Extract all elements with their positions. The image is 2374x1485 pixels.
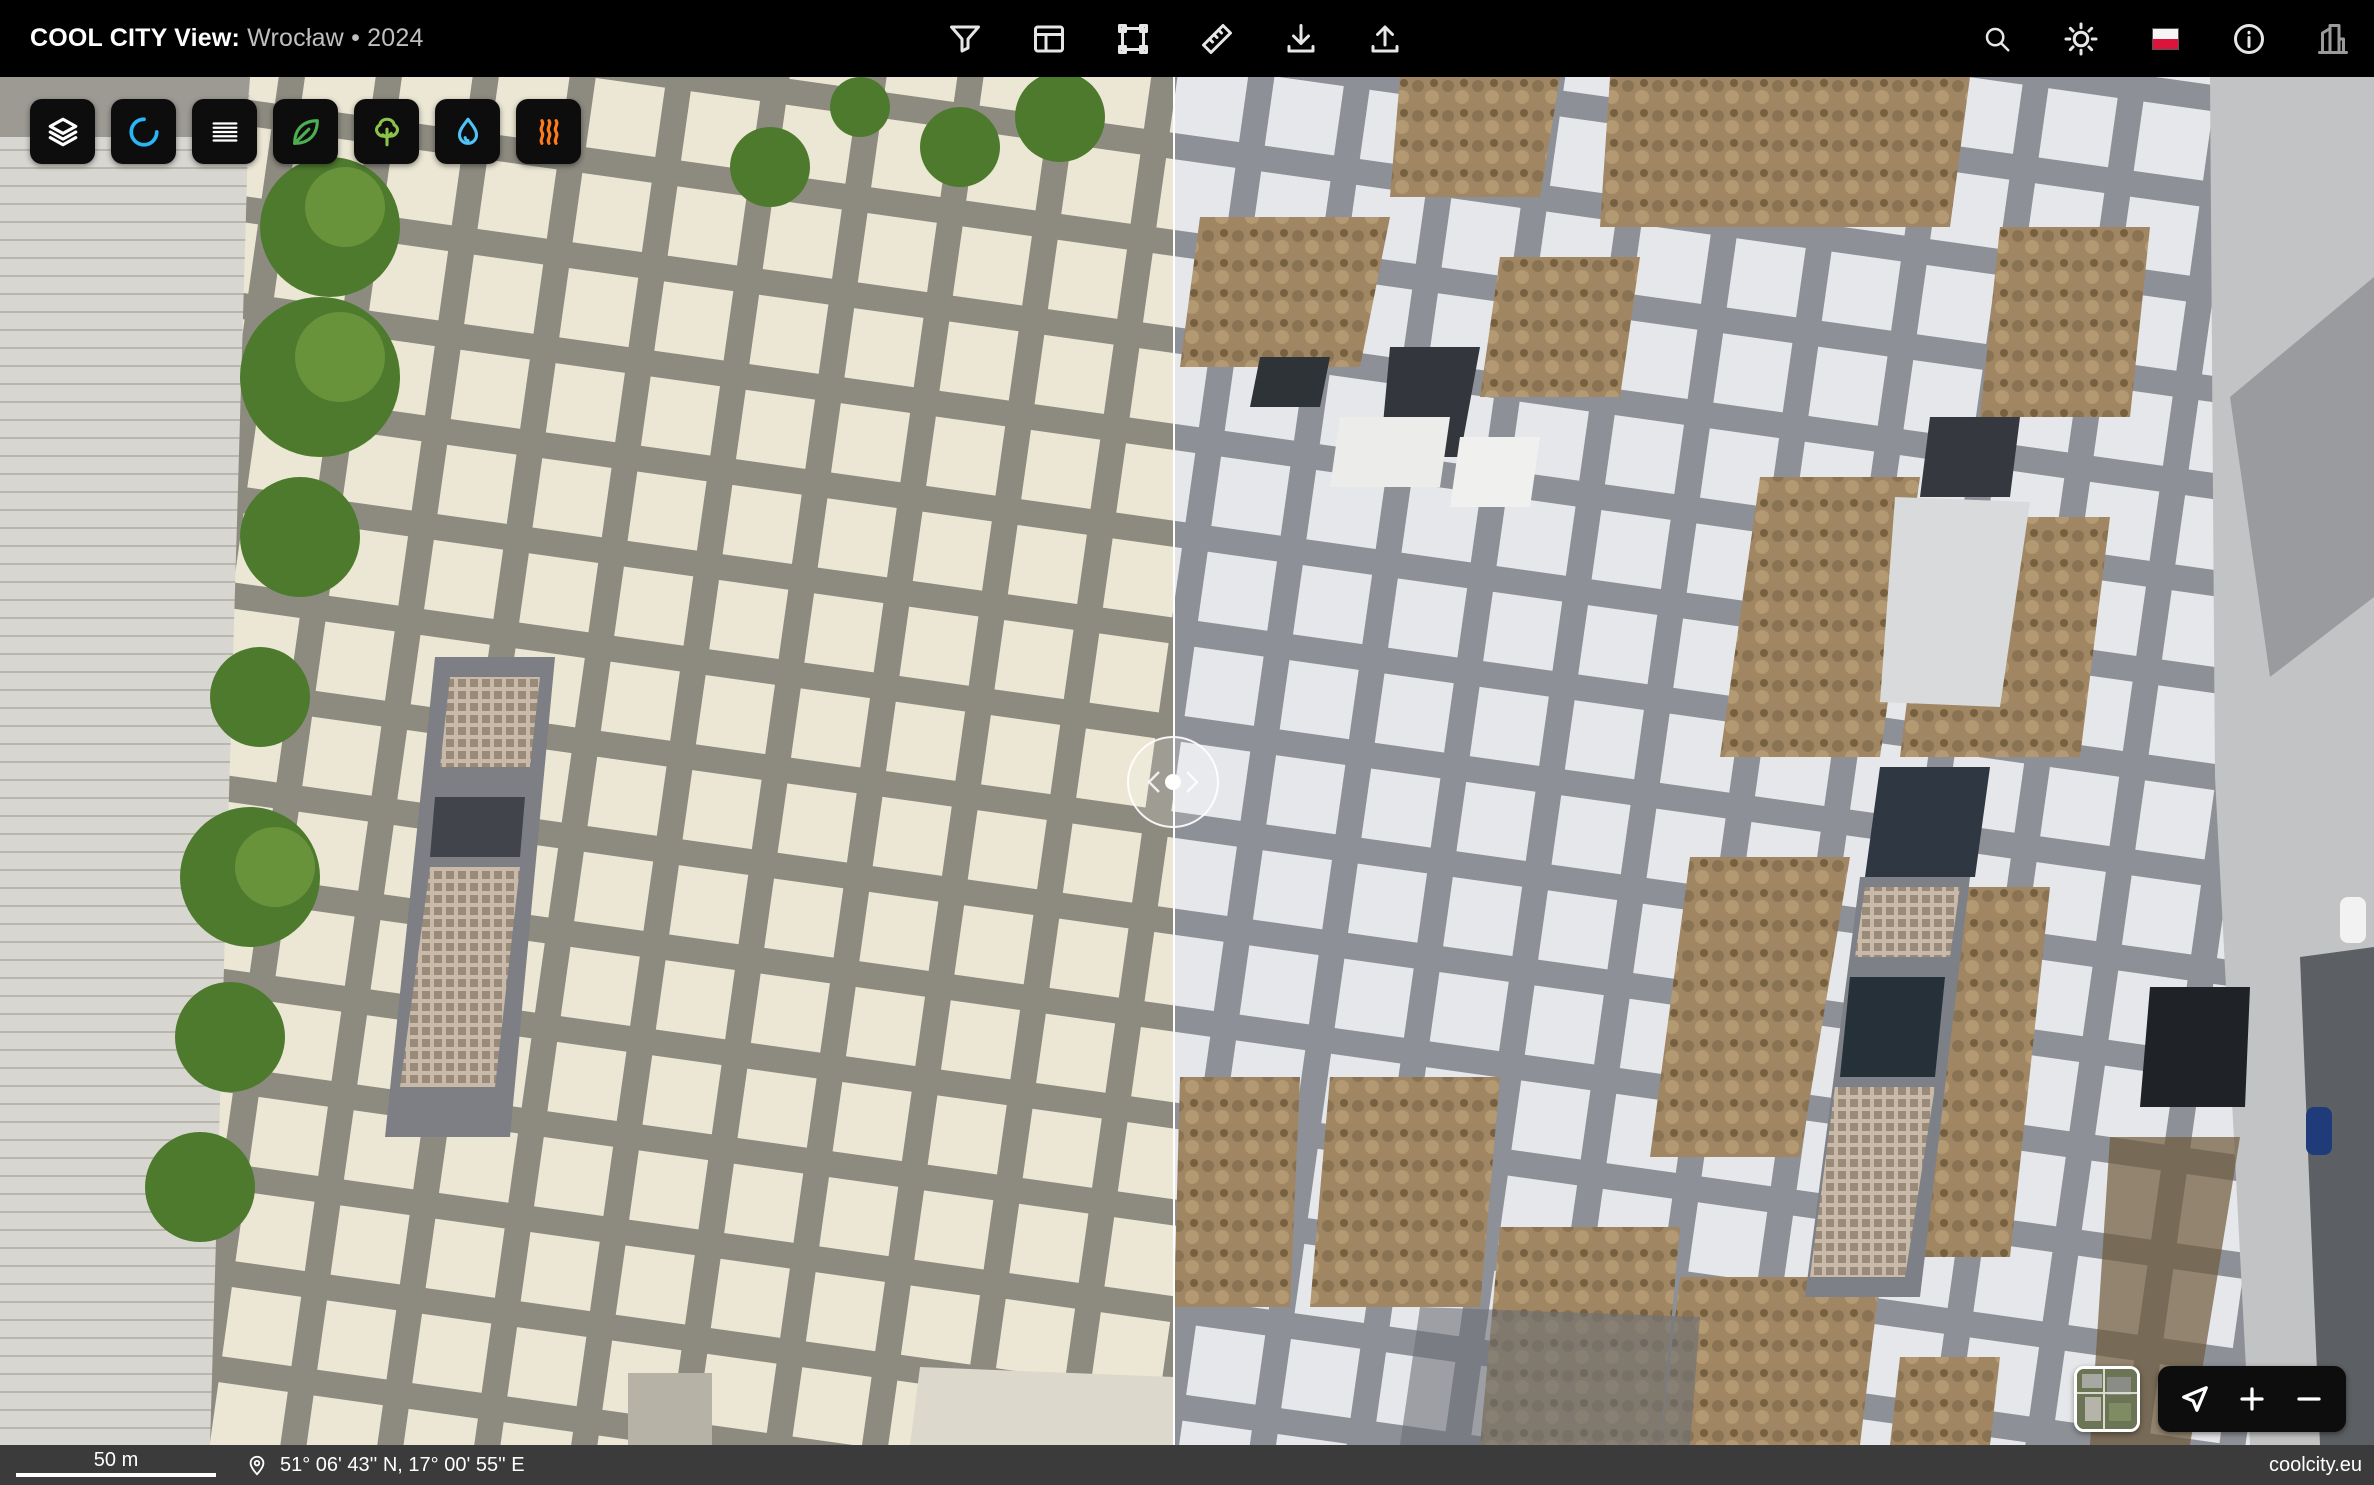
- loading-layer-button[interactable]: [111, 99, 176, 164]
- buildings-icon: [2318, 23, 2348, 54]
- locate-me-button[interactable]: [2169, 1373, 2221, 1425]
- share-button[interactable]: [1343, 0, 1427, 77]
- info-button[interactable]: [2207, 0, 2291, 77]
- filter-tool-button[interactable]: [923, 0, 1007, 77]
- cursor-coordinates: 51° 06' 43'' N, 17° 00' 55'' E: [246, 1445, 525, 1485]
- navigation-arrow-icon: [2181, 1386, 2208, 1412]
- zoom-out-button[interactable]: [2283, 1373, 2335, 1425]
- language-button[interactable]: [2123, 0, 2207, 77]
- site-link[interactable]: coolcity.eu: [2269, 1445, 2362, 1485]
- droplet-icon: [457, 117, 478, 145]
- toolbar-center: [923, 0, 1427, 77]
- layer-toolbar: [30, 99, 581, 164]
- heat-waves-icon: [539, 118, 558, 145]
- basemap-switcher[interactable]: [2074, 1366, 2140, 1432]
- funnel-icon: [950, 25, 980, 52]
- download-icon: [1287, 23, 1315, 52]
- compare-slider-handle[interactable]: [1127, 736, 1219, 828]
- legend-layer-button[interactable]: [192, 99, 257, 164]
- sun-icon: [2064, 22, 2098, 55]
- leaf-icon: [292, 118, 319, 145]
- layers-icon: [48, 117, 77, 146]
- vegetation-layer-button[interactable]: [273, 99, 338, 164]
- left-right-arrows-icon: [1147, 771, 1199, 793]
- layout-icon: [1034, 25, 1064, 52]
- info-icon: [2234, 23, 2264, 54]
- status-bar: 50 m 51° 06' 43'' N, 17° 00' 55'' E cool…: [0, 1445, 2374, 1485]
- bounding-box-icon: [1118, 23, 1148, 54]
- toolbar-right: [1955, 0, 2374, 77]
- buildings-button[interactable]: [2291, 0, 2374, 77]
- layout-tool-button[interactable]: [1007, 0, 1091, 77]
- map-navigation-controls: [2158, 1366, 2346, 1432]
- basemap-preview-icon: [2077, 1369, 2137, 1429]
- poland-flag-icon: [2151, 27, 2179, 50]
- water-layer-button[interactable]: [435, 99, 500, 164]
- zoom-in-button[interactable]: [2226, 1373, 2278, 1425]
- heat-layer-button[interactable]: [516, 99, 581, 164]
- scale-line: [16, 1473, 216, 1477]
- spinner-icon: [128, 116, 159, 147]
- area-select-tool-button[interactable]: [1091, 0, 1175, 77]
- download-button[interactable]: [1259, 0, 1343, 77]
- map-view[interactable]: [0, 77, 2374, 1445]
- theme-toggle-button[interactable]: [2039, 0, 2123, 77]
- app-title-location: Wrocław • 2024: [240, 24, 424, 52]
- plus-icon: [2240, 1387, 2264, 1411]
- upload-icon: [1371, 25, 1399, 52]
- app-title-name: COOL CITY View:: [30, 24, 240, 52]
- location-pin-icon: [249, 1455, 265, 1476]
- search-button[interactable]: [1955, 0, 2039, 77]
- layers-button[interactable]: [30, 99, 95, 164]
- scale-label: 50 m: [93, 1449, 139, 1471]
- ruler-icon: [1202, 23, 1232, 54]
- minus-icon: [2297, 1397, 2321, 1401]
- trees-layer-button[interactable]: [354, 99, 419, 164]
- search-icon: [1985, 27, 2010, 51]
- app-title: COOL CITY View: Wrocław • 2024: [30, 0, 424, 77]
- top-bar: COOL CITY View: Wrocław • 2024: [0, 0, 2374, 77]
- scale-bar: 50 m: [16, 1445, 216, 1485]
- list-lines-icon: [212, 121, 237, 142]
- tree-icon: [374, 117, 399, 146]
- measure-tool-button[interactable]: [1175, 0, 1259, 77]
- coordinates-text: 51° 06' 43'' N, 17° 00' 55'' E: [280, 1453, 525, 1476]
